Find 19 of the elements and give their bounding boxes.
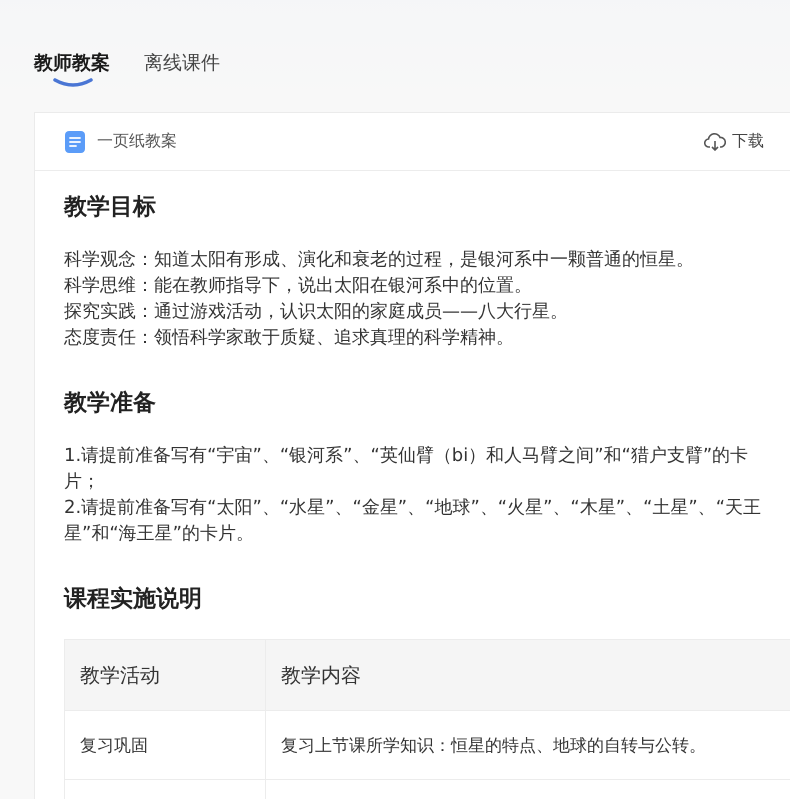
column-header: 教学活动	[64, 640, 266, 710]
paragraph: 1.请提前准备写有“宇宙”、“银河系”、“英仙臂（bi）和人马臂之间”和“猎户支臂”的卡片；	[64, 444, 750, 494]
tab[interactable]: 离线课件	[144, 50, 220, 94]
document-title: 一页纸教案	[97, 131, 177, 152]
paragraph: 2.请提前准备写有“太阳”、“水星”、“金星”、“地球”、“火星”、“木星”、“土星”、“天王星”和“海王星”的卡片。	[64, 496, 762, 546]
tab-indicator	[52, 78, 94, 88]
tab[interactable]: 教师教案	[34, 50, 110, 94]
paragraph: 态度责任：领悟科学家敢于质疑、追求真理的科学精神。	[64, 326, 515, 350]
section-heading: 课程实施说明	[64, 585, 203, 614]
section-heading: 教学准备	[64, 389, 157, 418]
section-heading: 教学目标	[64, 193, 157, 222]
table-cell: 复习巩固	[64, 710, 266, 780]
column-header: 教学内容	[266, 640, 790, 710]
paragraph: 探究实践：通过游戏活动，认识太阳的家庭成员——八大行星。	[64, 300, 569, 324]
download-button[interactable]: 下载	[704, 131, 764, 152]
paragraph: 科学观念：知道太阳有形成、演化和衰老的过程，是银河系中一颗普通的恒星。	[64, 248, 695, 272]
paragraph: 科学思维：能在教师指导下，说出太阳在银河系中的位置。	[64, 274, 533, 298]
cloud-download-icon	[704, 132, 726, 152]
document-icon	[65, 130, 85, 152]
